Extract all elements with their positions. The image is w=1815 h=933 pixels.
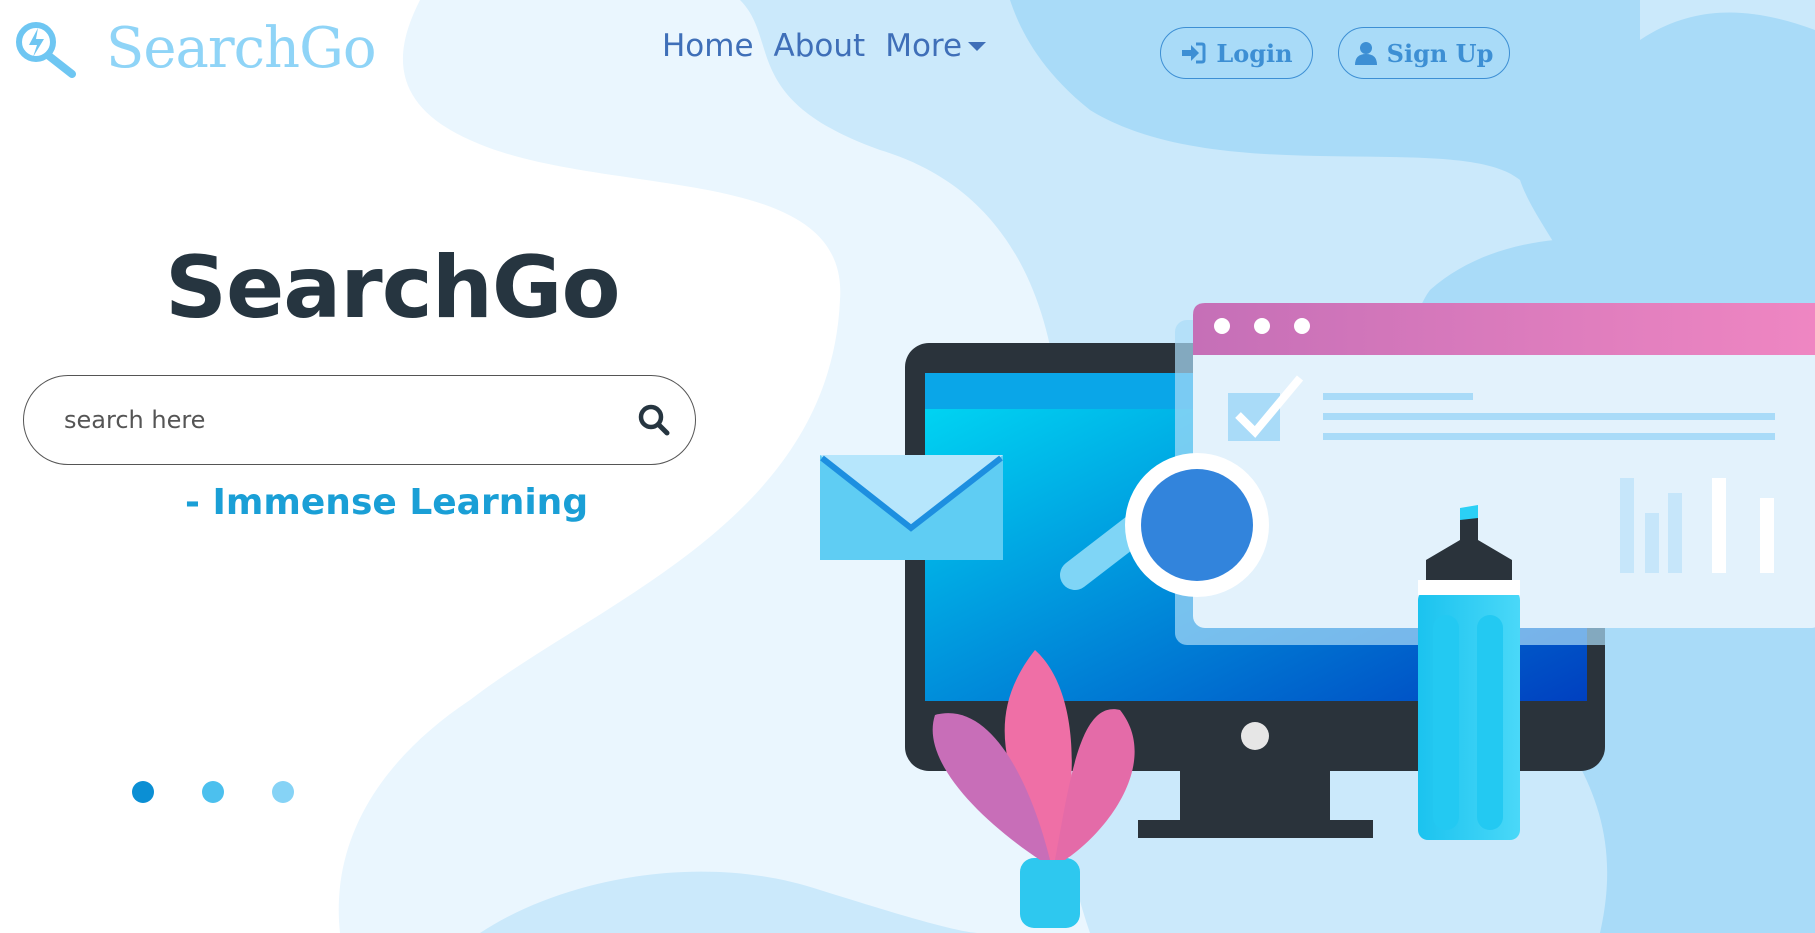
hero-tagline: - Immense Learning — [185, 482, 589, 523]
search-bar — [23, 375, 696, 465]
carousel-dot-3[interactable] — [272, 781, 294, 803]
brand-logo[interactable]: SearchGo — [14, 16, 377, 81]
nav-more-dropdown[interactable]: More — [885, 28, 987, 64]
login-button[interactable]: Login — [1160, 27, 1313, 79]
nav-about[interactable]: About — [774, 28, 866, 64]
user-icon — [1354, 42, 1377, 65]
carousel-indicators — [132, 781, 294, 803]
nav-more-label: More — [885, 28, 963, 64]
signup-button[interactable]: Sign Up — [1338, 27, 1510, 79]
main-nav: Home About More — [662, 28, 987, 64]
search-input[interactable] — [62, 405, 637, 435]
login-label: Login — [1216, 38, 1293, 68]
search-icon[interactable] — [637, 403, 671, 437]
sign-in-icon — [1182, 42, 1206, 64]
caret-down-icon — [968, 41, 987, 51]
carousel-dot-1[interactable] — [132, 781, 154, 803]
nav-home[interactable]: Home — [662, 28, 754, 64]
brand-name: SearchGo — [106, 16, 377, 81]
search-logo-icon — [16, 22, 76, 78]
hero-title: SearchGo — [165, 238, 621, 338]
signup-label: Sign Up — [1386, 38, 1494, 68]
carousel-dot-2[interactable] — [202, 781, 224, 803]
